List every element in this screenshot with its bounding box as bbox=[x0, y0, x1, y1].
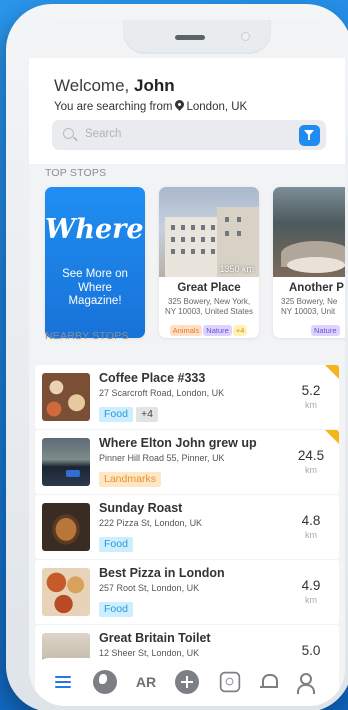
welcome-prefix: Welcome, bbox=[54, 76, 130, 95]
item-title: Sunday Roast bbox=[99, 501, 183, 515]
promo-card[interactable]: Where! See More on Where Magazine! bbox=[45, 187, 145, 338]
item-tags: Food +4 bbox=[99, 404, 161, 422]
place-thumbnail bbox=[42, 568, 90, 616]
featured-corner-icon bbox=[325, 430, 339, 444]
promo-logo: Where! bbox=[45, 214, 145, 245]
user-name: John bbox=[134, 76, 175, 95]
item-address: 12 Sheer St, London, UK bbox=[99, 648, 200, 658]
place-name: Great Place bbox=[177, 282, 241, 294]
bell-icon[interactable] bbox=[257, 670, 281, 694]
tag-more: +4 bbox=[135, 407, 158, 422]
place-thumbnail bbox=[42, 438, 90, 486]
item-distance: 5.0 bbox=[301, 643, 321, 658]
place-address: 325 Bowery, Ne NY 10003, Unit bbox=[281, 297, 345, 317]
featured-corner-icon bbox=[325, 365, 339, 379]
tag-food: Food bbox=[99, 602, 133, 617]
list-item[interactable]: Where Elton John grew up Pinner Hill Roa… bbox=[35, 430, 339, 494]
distance-label: 1350 km bbox=[219, 264, 254, 274]
item-distance: 5.2 bbox=[301, 383, 321, 398]
welcome-heading: Welcome, John bbox=[54, 76, 175, 96]
location-line: You are searching from London, UK bbox=[54, 98, 247, 113]
globe-icon[interactable] bbox=[93, 670, 117, 694]
speaker bbox=[175, 35, 205, 40]
place-photo bbox=[273, 187, 345, 277]
app-background: Welcome, John You are searching from Lond… bbox=[0, 0, 348, 710]
address-line-2: NY 10003, United States bbox=[165, 307, 253, 316]
top-stop-card[interactable]: 1350 km Great Place 325 Bowery, New York… bbox=[159, 187, 259, 338]
promo-text: See More on Where Magazine! bbox=[62, 268, 128, 307]
phone-notch bbox=[123, 20, 271, 54]
tag-list: Nature bbox=[311, 320, 345, 338]
list-view-icon[interactable] bbox=[51, 670, 75, 694]
address-line-2: NY 10003, Unit bbox=[281, 307, 336, 316]
filter-icon bbox=[304, 130, 314, 140]
tag-nature: Nature bbox=[311, 325, 340, 336]
item-tags: Landmarks bbox=[99, 469, 164, 487]
item-tags: Food bbox=[99, 534, 136, 552]
tag-food: Food bbox=[99, 407, 133, 422]
phone-screen: Welcome, John You are searching from Lond… bbox=[29, 20, 345, 706]
list-item[interactable]: Coffee Place #333 27 Scarcroft Road, Lon… bbox=[35, 365, 339, 429]
add-icon[interactable] bbox=[175, 670, 199, 694]
header: Welcome, John You are searching from Lond… bbox=[29, 58, 345, 164]
camera bbox=[241, 32, 250, 41]
location-pin-icon bbox=[173, 98, 187, 111]
item-address: 27 Scarcroft Road, London, UK bbox=[99, 388, 225, 398]
tag-list: Animals Nature +4 bbox=[159, 320, 259, 338]
place-address: 325 Bowery, New York, NY 10003, United S… bbox=[161, 297, 257, 317]
item-address: 222 Pizza St, London, UK bbox=[99, 518, 203, 528]
searching-prefix: You are searching from bbox=[54, 101, 173, 113]
place-photo: 1350 km bbox=[159, 187, 259, 277]
item-distance: 4.9 bbox=[301, 578, 321, 593]
item-distance: 4.8 bbox=[301, 513, 321, 528]
item-title: Coffee Place #333 bbox=[99, 371, 206, 385]
tag-more: +4 bbox=[232, 325, 248, 336]
item-distance-unit: km bbox=[305, 530, 317, 540]
location-link[interactable]: London, UK bbox=[186, 101, 247, 113]
camera-hex-icon[interactable] bbox=[219, 671, 241, 693]
top-stop-card[interactable]: Another P 325 Bowery, Ne NY 10003, Unit … bbox=[273, 187, 345, 338]
item-distance-unit: km bbox=[305, 465, 317, 475]
phone-frame: Welcome, John You are searching from Lond… bbox=[6, 4, 348, 710]
tag-animals: Animals bbox=[169, 325, 203, 336]
address-line-1: 325 Bowery, Ne bbox=[281, 297, 338, 306]
search-icon bbox=[63, 128, 74, 139]
list-item[interactable]: Best Pizza in London 257 Root St, London… bbox=[35, 560, 339, 624]
item-title: Best Pizza in London bbox=[99, 566, 225, 580]
address-line-1: 325 Bowery, New York, bbox=[167, 297, 251, 306]
list-item[interactable]: Sunday Roast 222 Pizza St, London, UK Fo… bbox=[35, 495, 339, 559]
place-name: Another P bbox=[289, 282, 344, 294]
tag-nature: Nature bbox=[203, 325, 232, 336]
search-input[interactable]: Search bbox=[85, 128, 121, 140]
top-stops-title: TOP STOPS bbox=[45, 167, 107, 179]
item-address: 257 Root St, London, UK bbox=[99, 583, 200, 593]
item-title: Where Elton John grew up bbox=[99, 436, 257, 450]
place-thumbnail bbox=[42, 373, 90, 421]
ar-button[interactable]: AR bbox=[131, 670, 161, 694]
item-distance: 24.5 bbox=[297, 448, 325, 463]
nearby-stops-title: NEARBY STOPS bbox=[45, 330, 129, 342]
place-thumbnail bbox=[42, 503, 90, 551]
item-tags: Food bbox=[99, 599, 136, 617]
item-title: Great Britain Toilet bbox=[99, 631, 211, 645]
item-distance-unit: km bbox=[305, 400, 317, 410]
item-distance-unit: km bbox=[305, 595, 317, 605]
bottom-nav: AR bbox=[35, 658, 339, 706]
tag-food: Food bbox=[99, 537, 133, 552]
item-address: Pinner Hill Road 55, Pinner, UK bbox=[99, 453, 225, 463]
search-bar[interactable]: Search bbox=[52, 120, 326, 150]
tag-landmarks: Landmarks bbox=[99, 472, 161, 487]
filter-button[interactable] bbox=[299, 125, 320, 146]
profile-icon[interactable] bbox=[293, 670, 317, 694]
